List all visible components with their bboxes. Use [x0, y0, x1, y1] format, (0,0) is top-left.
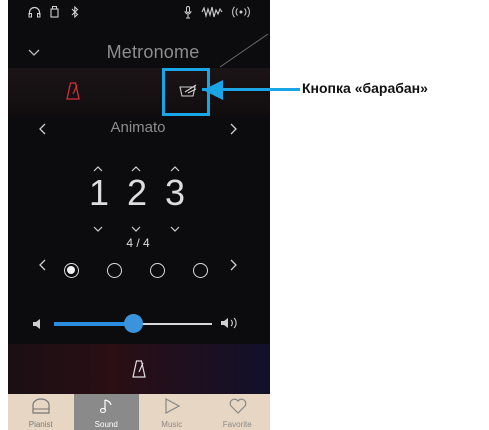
wireless-icon	[230, 6, 252, 22]
chevron-down-icon[interactable]	[28, 44, 40, 56]
beat-indicator-2	[107, 263, 122, 278]
page-title: Metronome	[106, 42, 200, 62]
status-bar	[8, 0, 270, 30]
bottom-nav: Pianist Sound Music Favorite	[8, 394, 270, 430]
nav-label: Favorite	[222, 420, 252, 429]
bluetooth-icon	[71, 5, 79, 22]
beat-indicator-1	[64, 263, 79, 278]
audio-wave-icon	[201, 6, 223, 22]
play-icon	[165, 397, 181, 415]
tempo-digit-ones: 3	[164, 172, 186, 213]
chevron-right-icon[interactable]	[230, 122, 238, 140]
rhythm-selector: Animato	[8, 116, 270, 140]
beat-next-icon[interactable]	[230, 258, 238, 276]
header: Metronome	[8, 33, 270, 68]
nav-label: Pianist	[28, 420, 53, 429]
beat-indicator-3	[150, 263, 165, 278]
metronome-start-button[interactable]	[8, 344, 270, 394]
rhythm-name: Animato	[110, 119, 166, 136]
nav-label: Music	[161, 420, 183, 429]
hundreds-down-icon[interactable]	[93, 220, 103, 232]
volume-low-icon	[32, 317, 42, 335]
headphones-icon	[28, 6, 41, 22]
tens-down-icon[interactable]	[131, 220, 141, 232]
beat-indicator-4	[193, 263, 208, 278]
metronome-icon	[66, 82, 80, 100]
time-signature[interactable]: 4 / 4	[118, 236, 158, 250]
callout-arrowhead	[203, 80, 223, 100]
beat-prev-icon[interactable]	[38, 258, 46, 276]
piano-icon	[32, 398, 50, 414]
corner-decoration	[219, 33, 270, 68]
volume-high-icon	[220, 316, 240, 335]
app-screen: Metronome Animato 1 2 3 4 / 4 Pianist So…	[8, 0, 270, 430]
tempo-digit-tens: 2	[126, 172, 148, 213]
mic-icon	[184, 6, 192, 23]
callout-label: Кнопка «барабан»	[302, 80, 428, 96]
nav-music[interactable]: Music	[139, 394, 205, 430]
usb-icon	[50, 6, 59, 22]
mode-switch	[8, 68, 270, 116]
chevron-left-icon[interactable]	[38, 122, 46, 140]
ones-down-icon[interactable]	[170, 220, 180, 232]
nav-favorite[interactable]: Favorite	[205, 394, 271, 430]
metronome-mode-button[interactable]	[8, 68, 139, 116]
volume-slider-handle[interactable]	[123, 314, 143, 333]
nav-pianist[interactable]: Pianist	[8, 394, 74, 430]
hundreds-up-icon[interactable]	[93, 160, 103, 172]
note-icon	[99, 399, 112, 414]
metronome-icon	[132, 360, 146, 378]
nav-sound[interactable]: Sound	[73, 394, 139, 430]
heart-icon	[229, 398, 246, 414]
nav-label: Sound	[94, 420, 118, 429]
tens-up-icon[interactable]	[131, 160, 141, 172]
tempo-digit-hundreds: 1	[88, 172, 110, 213]
ones-up-icon[interactable]	[170, 160, 180, 172]
volume-fill	[54, 322, 133, 326]
